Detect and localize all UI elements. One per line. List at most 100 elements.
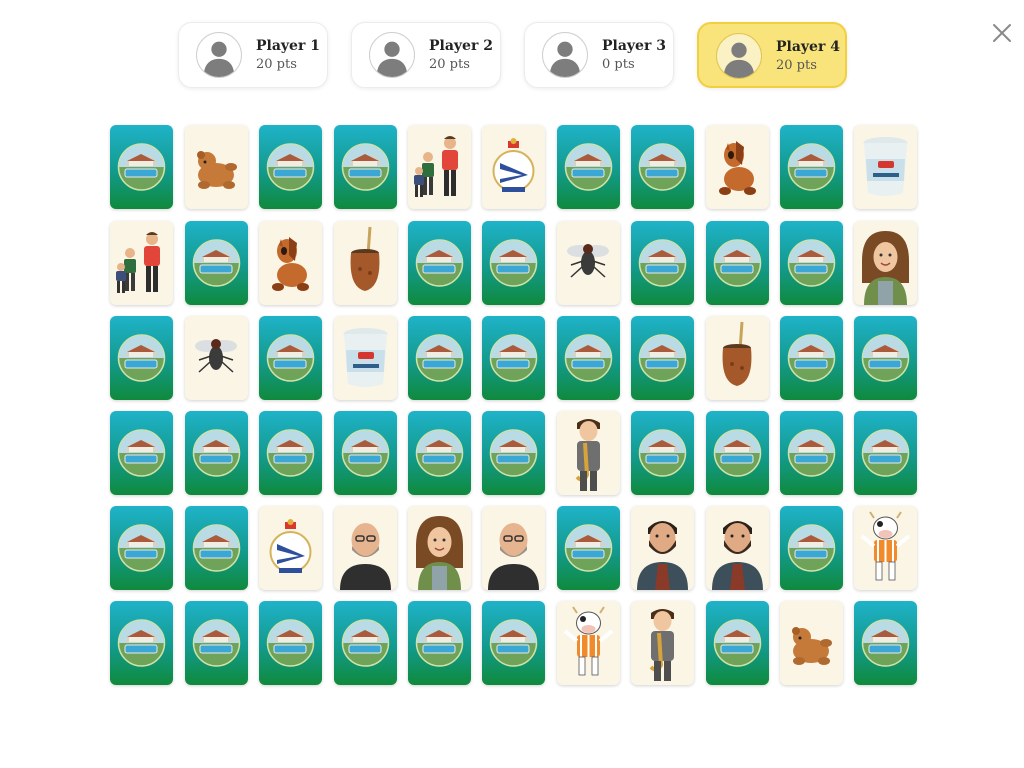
yogurt-icon — [863, 137, 908, 196]
card-back-emblem-icon — [117, 334, 166, 382]
memory-card-bearded-man[interactable] — [706, 506, 769, 590]
card-back-emblem-icon — [117, 524, 166, 572]
memory-card-facedown[interactable] — [706, 411, 769, 495]
memory-card-facedown[interactable] — [110, 506, 173, 590]
memory-card-facedown[interactable] — [706, 601, 769, 685]
card-back-emblem-icon — [415, 619, 464, 667]
memory-card-facedown[interactable] — [408, 316, 471, 400]
memory-card-bald-man[interactable] — [482, 506, 545, 590]
memory-card-facedown[interactable] — [259, 316, 322, 400]
memory-card-pony[interactable] — [706, 125, 769, 209]
memory-card-facedown[interactable] — [334, 601, 397, 685]
memory-card-facedown[interactable] — [631, 125, 694, 209]
memory-card-bald-man[interactable] — [334, 506, 397, 590]
memory-card-facedown[interactable] — [706, 221, 769, 305]
memory-card-mate[interactable] — [706, 316, 769, 400]
memory-card-facedown[interactable] — [259, 601, 322, 685]
bear-icon — [792, 627, 832, 665]
card-back-emblem-icon — [341, 429, 390, 477]
player-scoreboard: Player 1 20 pts Player 2 20 pts Player 3… — [0, 22, 1024, 90]
card-back-emblem-icon — [266, 619, 315, 667]
memory-card-facedown[interactable] — [482, 411, 545, 495]
memory-card-facedown[interactable] — [185, 221, 248, 305]
memory-card-facedown[interactable] — [185, 506, 248, 590]
memory-card-facedown[interactable] — [334, 411, 397, 495]
card-back-emblem-icon — [713, 239, 762, 287]
player-points: 20 pts — [776, 58, 817, 73]
memory-card-facedown[interactable] — [780, 221, 843, 305]
memory-card-facedown[interactable] — [259, 411, 322, 495]
memory-card-facedown[interactable] — [408, 221, 471, 305]
memory-card-facedown[interactable] — [557, 506, 620, 590]
cow-mascot-icon — [860, 511, 911, 581]
bald-man-icon — [488, 523, 539, 590]
memory-card-yogurt[interactable] — [334, 316, 397, 400]
memory-card-yogurt[interactable] — [854, 125, 917, 209]
memory-card-facedown[interactable] — [780, 506, 843, 590]
card-back-emblem-icon — [638, 143, 687, 191]
memory-card-father-kids[interactable] — [408, 125, 471, 209]
card-back-emblem-icon — [638, 239, 687, 287]
memory-card-fly[interactable] — [557, 221, 620, 305]
memory-card-facedown[interactable] — [334, 125, 397, 209]
card-back-emblem-icon — [713, 619, 762, 667]
memory-card-facedown[interactable] — [854, 316, 917, 400]
memory-card-facedown[interactable] — [780, 125, 843, 209]
close-button[interactable] — [990, 21, 1014, 45]
memory-card-facedown[interactable] — [780, 411, 843, 495]
memory-card-bear[interactable] — [185, 125, 248, 209]
memory-card-deportivo-crest[interactable] — [482, 125, 545, 209]
memory-card-facedown[interactable] — [631, 221, 694, 305]
avatar-icon — [196, 32, 242, 78]
memory-card-facedown[interactable] — [408, 411, 471, 495]
memory-card-facedown[interactable] — [110, 411, 173, 495]
memory-card-woman[interactable] — [854, 221, 917, 305]
memory-card-facedown[interactable] — [110, 316, 173, 400]
memory-card-facedown[interactable] — [854, 601, 917, 685]
memory-card-pony[interactable] — [259, 221, 322, 305]
memory-card-facedown[interactable] — [185, 601, 248, 685]
memory-card-facedown[interactable] — [854, 411, 917, 495]
bearded-man-icon — [712, 521, 763, 590]
player-card-1: Player 1 20 pts — [178, 22, 328, 88]
bearded-man-icon — [637, 521, 688, 590]
memory-card-cow-mascot[interactable] — [854, 506, 917, 590]
player-name: Player 2 — [429, 38, 493, 54]
memory-card-bearded-man[interactable] — [631, 506, 694, 590]
memory-card-facedown[interactable] — [557, 125, 620, 209]
memory-card-facedown[interactable] — [482, 601, 545, 685]
memory-card-mate[interactable] — [334, 221, 397, 305]
memory-card-saxophone-boy[interactable] — [557, 411, 620, 495]
card-back-emblem-icon — [564, 334, 613, 382]
memory-card-facedown[interactable] — [631, 411, 694, 495]
player-card-2: Player 2 20 pts — [351, 22, 501, 88]
memory-card-deportivo-crest[interactable] — [259, 506, 322, 590]
memory-card-facedown[interactable] — [110, 125, 173, 209]
memory-card-facedown[interactable] — [631, 316, 694, 400]
memory-card-facedown[interactable] — [408, 601, 471, 685]
memory-card-facedown[interactable] — [110, 601, 173, 685]
cow-mascot-icon — [563, 606, 614, 676]
close-icon — [993, 24, 1011, 42]
memory-card-woman[interactable] — [408, 506, 471, 590]
memory-card-cow-mascot[interactable] — [557, 601, 620, 685]
memory-card-father-kids[interactable] — [110, 221, 173, 305]
memory-card-facedown[interactable] — [482, 316, 545, 400]
memory-card-facedown[interactable] — [780, 316, 843, 400]
memory-card-facedown[interactable] — [185, 411, 248, 495]
card-back-emblem-icon — [192, 619, 241, 667]
memory-card-bear[interactable] — [780, 601, 843, 685]
memory-card-fly[interactable] — [185, 316, 248, 400]
memory-card-facedown[interactable] — [482, 221, 545, 305]
card-back-emblem-icon — [564, 524, 613, 572]
memory-card-facedown[interactable] — [259, 125, 322, 209]
bear-icon — [197, 151, 237, 189]
card-back-emblem-icon — [415, 334, 464, 382]
memory-card-saxophone-boy[interactable] — [631, 601, 694, 685]
card-back-emblem-icon — [638, 429, 687, 477]
card-back-emblem-icon — [117, 143, 166, 191]
memory-card-facedown[interactable] — [557, 316, 620, 400]
card-back-emblem-icon — [861, 429, 910, 477]
card-back-emblem-icon — [266, 143, 315, 191]
father-kids-icon — [414, 136, 458, 197]
